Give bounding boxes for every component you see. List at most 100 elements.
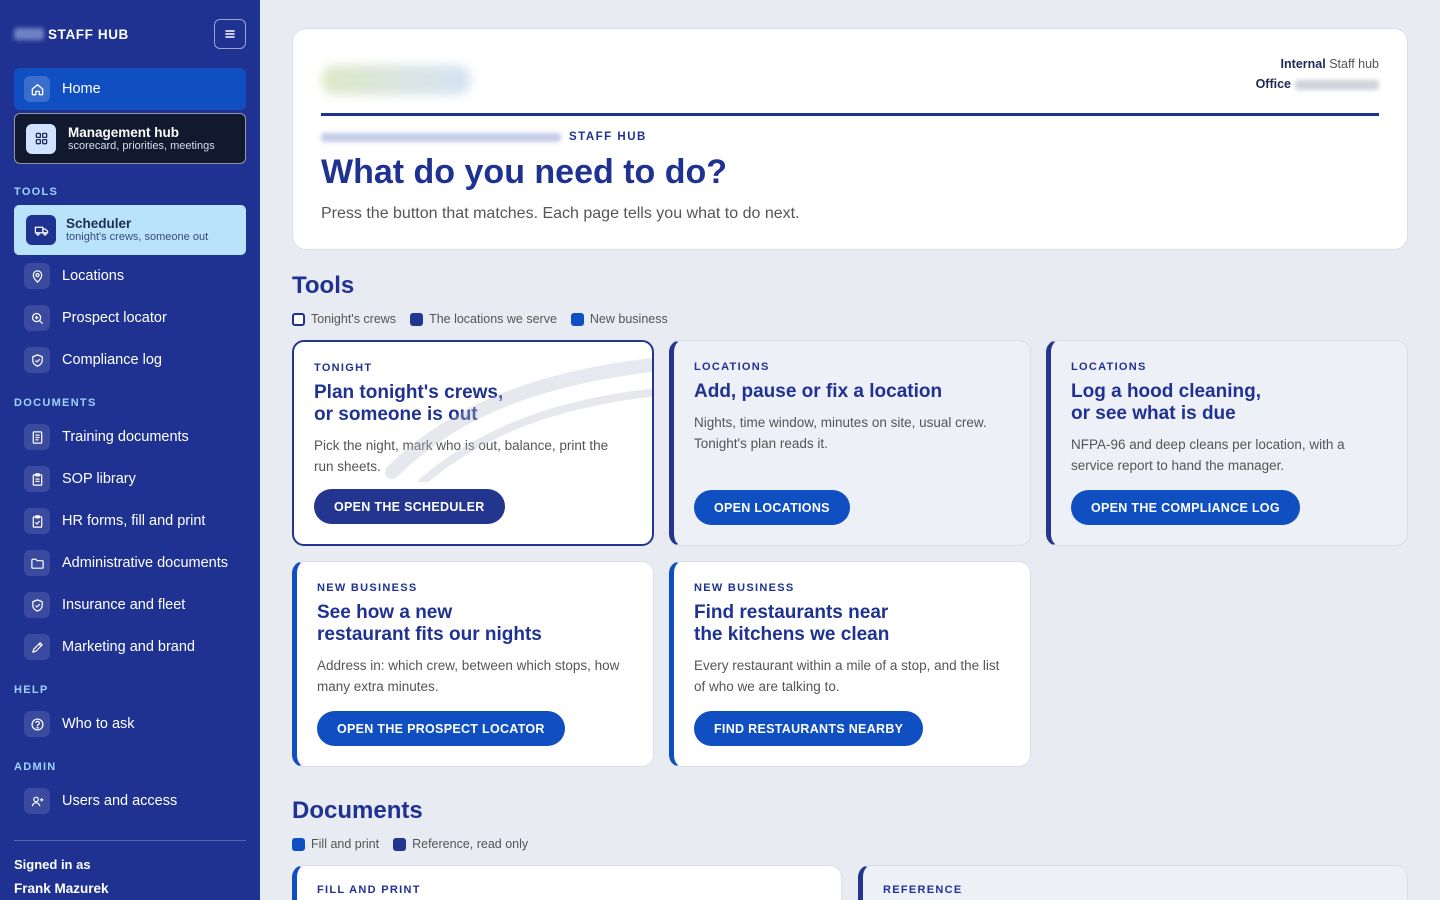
legend-item-new-business: New business (570, 312, 668, 326)
legend-item-tonight: Tonight's crews (292, 312, 396, 326)
sidebar-item-compliance-log[interactable]: Compliance log (14, 339, 246, 381)
sidebar-item-label: SOP library (62, 471, 136, 487)
legend-swatch (393, 837, 407, 851)
sidebar-item-insurance-and-fleet[interactable]: Insurance and fleet (14, 584, 246, 626)
card-eyebrow: NEW BUSINESS (317, 582, 418, 594)
card-eyebrow: LOCATIONS (694, 361, 770, 373)
sidebar: STAFF HUB Home Management hub scorecard,… (0, 0, 260, 900)
user-name: Frank Mazurek (14, 881, 109, 896)
card-eyebrow: NEW BUSINESS (694, 582, 795, 594)
sidebar-item-hr-forms[interactable]: HR forms, fill and print (14, 500, 246, 542)
brand-title: STAFF HUB (48, 26, 129, 42)
sidebar-item-marketing-and-brand[interactable]: Marketing and brand (14, 626, 246, 668)
document-icon (24, 424, 50, 450)
folder-icon (24, 550, 50, 576)
brand-row: STAFF HUB (14, 0, 246, 68)
company-name (321, 132, 561, 142)
documents-section-label: DOCUMENTS (14, 397, 97, 409)
grid-icon (26, 123, 56, 154)
card-description: NFPA-96 and deep cleans per location, wi… (1071, 437, 1345, 473)
sidebar-item-label: Home (62, 81, 101, 97)
tool-card-compliance-log[interactable]: LOCATIONS Log a hood cleaning, or see wh… (1046, 340, 1408, 546)
card-title: See how a new restaurant fits our nights (317, 602, 542, 645)
tools-section-label: TOOLS (14, 186, 59, 198)
find-restaurants-button[interactable]: FIND RESTAURANTS NEARBY (694, 711, 924, 746)
sidebar-item-users-and-access[interactable]: Users and access (14, 780, 246, 822)
clipboard-check-icon (24, 508, 50, 534)
sidebar-item-label: HR forms, fill and print (62, 513, 206, 529)
legend-label: The locations we serve (429, 312, 557, 326)
legend-label: Fill and print (311, 837, 380, 851)
card-eyebrow: FILL AND PRINT (317, 884, 421, 896)
tools-grid: TONIGHT Plan tonight's crews, or someone… (292, 340, 1408, 767)
hero-eyebrow: STAFF HUB (321, 131, 647, 143)
legend-item-locations: The locations we serve (410, 312, 557, 326)
pencil-icon (24, 634, 50, 660)
legend-item-reference: Reference, read only (393, 837, 528, 851)
sidebar-item-administrative-documents[interactable]: Administrative documents (14, 542, 246, 584)
hero-divider (321, 113, 1379, 116)
open-prospect-locator-button[interactable]: OPEN THE PROSPECT LOCATOR (317, 711, 565, 746)
scheduler-subtitle: tonight's crews, someone out (66, 231, 209, 243)
legend-item-fill-and-print: Fill and print (292, 837, 379, 851)
sidebar-item-training-documents[interactable]: Training documents (14, 416, 246, 458)
doc-card-reference[interactable]: REFERENCE (858, 865, 1408, 900)
help-circle-icon (24, 711, 50, 737)
clipboard-icon (24, 466, 50, 492)
tool-card-scheduler[interactable]: TONIGHT Plan tonight's crews, or someone… (292, 340, 654, 546)
tools-legend: Tonight's crews The locations we serve N… (292, 312, 1408, 326)
scheduler-title: Scheduler (66, 216, 132, 231)
sidebar-item-locations[interactable]: Locations (14, 255, 246, 297)
internal-value: Staff hub (1329, 57, 1379, 71)
company-logo (321, 65, 471, 95)
card-title: Add, pause or fix a location (694, 381, 943, 402)
internal-label: Internal (1280, 57, 1326, 71)
tool-card-locations[interactable]: LOCATIONS Add, pause or fix a location N… (669, 340, 1031, 546)
open-compliance-log-button[interactable]: OPEN THE COMPLIANCE LOG (1071, 490, 1300, 525)
management-hub-subtitle: scorecard, priorities, meetings (68, 139, 215, 152)
sidebar-item-label: Training documents (62, 429, 189, 445)
sidebar-item-label: Administrative documents (62, 555, 229, 571)
swoosh-decoration (385, 357, 652, 482)
documents-grid: FILL AND PRINT REFERENCE (292, 865, 1408, 900)
hero-meta: Internal Staff hub Office (1256, 54, 1379, 94)
legend-label: Reference, read only (412, 837, 529, 851)
documents-heading: Documents (292, 797, 423, 824)
sidebar-item-scheduler[interactable]: Scheduler tonight's crews, someone out (14, 205, 246, 255)
sidebar-item-label: Marketing and brand (62, 639, 195, 655)
legend-swatch (292, 312, 305, 326)
sidebar-item-label: Insurance and fleet (62, 597, 186, 613)
help-section-label: HELP (14, 684, 49, 696)
open-scheduler-button[interactable]: OPEN THE SCHEDULER (314, 489, 505, 524)
sidebar-item-label: Users and access (62, 793, 178, 809)
brand-logo (14, 28, 44, 40)
sidebar-item-who-to-ask[interactable]: Who to ask (14, 703, 246, 745)
sidebar-item-prospect-locator[interactable]: Prospect locator (14, 297, 246, 339)
sidebar-item-sop-library[interactable]: SOP library (14, 458, 246, 500)
card-description: Address in: which crew, between which st… (317, 658, 620, 694)
legend-label: New business (589, 312, 668, 326)
hero-eyebrow-text: STAFF HUB (569, 131, 647, 143)
card-title: Find restaurants near the kitchens we cl… (694, 602, 890, 645)
page-title: What do you need to do? (321, 153, 728, 191)
user-plus-icon (24, 788, 50, 814)
card-eyebrow: LOCATIONS (1071, 361, 1147, 373)
sidebar-item-label: Prospect locator (62, 310, 167, 326)
admin-section-label: ADMIN (14, 761, 57, 773)
sidebar-item-label: Locations (62, 268, 125, 284)
sidebar-item-management-hub[interactable]: Management hub scorecard, priorities, me… (14, 113, 246, 164)
menu-button[interactable] (214, 19, 246, 49)
management-hub-title: Management hub (68, 124, 180, 140)
brand[interactable]: STAFF HUB (14, 27, 129, 42)
tool-card-find-restaurants[interactable]: NEW BUSINESS Find restaurants near the k… (669, 561, 1031, 767)
sidebar-item-home[interactable]: Home (14, 68, 246, 110)
doc-card-fill-and-print[interactable]: FILL AND PRINT (292, 865, 842, 900)
map-pin-icon (24, 263, 50, 289)
tool-card-prospect-locator[interactable]: NEW BUSINESS See how a new restaurant fi… (292, 561, 654, 767)
card-description: Every restaurant within a mile of a stop… (694, 658, 1000, 694)
office-phone (1295, 79, 1379, 90)
legend-swatch (410, 312, 424, 326)
documents-legend: Fill and print Reference, read only (292, 837, 1408, 851)
open-locations-button[interactable]: OPEN LOCATIONS (694, 490, 850, 525)
main-content: Internal Staff hub Office STAFF HUB What… (292, 28, 1408, 900)
